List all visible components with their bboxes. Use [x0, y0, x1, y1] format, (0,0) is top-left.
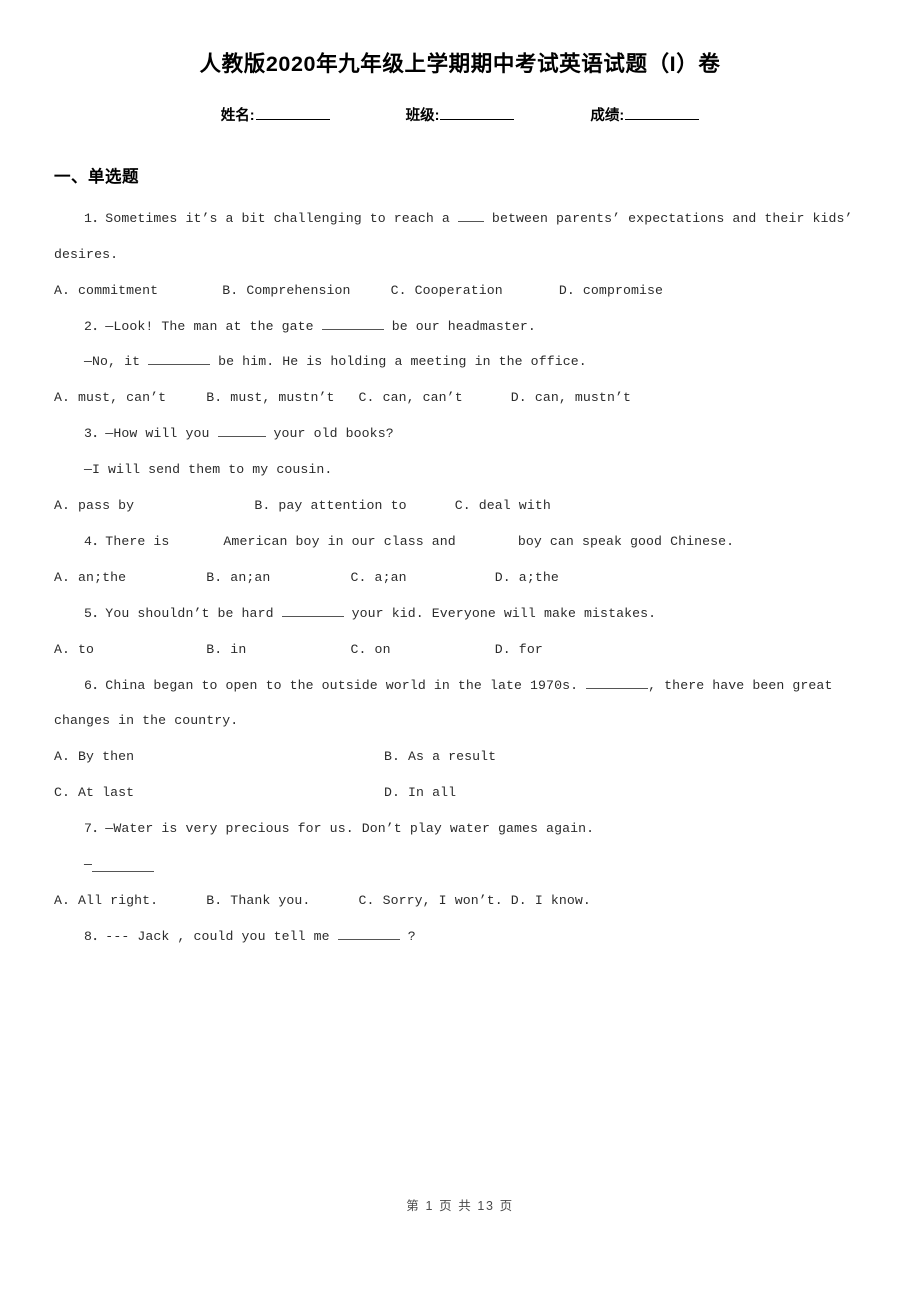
question-6-blank[interactable] [586, 675, 649, 689]
question-2-stem: 2．—Look! The man at the gate be our head… [54, 309, 866, 345]
question-1-blank[interactable] [457, 208, 484, 222]
question-6-option-c[interactable]: C. At last [54, 775, 384, 811]
name-field: 姓名: [221, 104, 330, 125]
question-4-stem-before: 4．There is [84, 533, 170, 549]
question-4-stem-mid: American boy in our class and [223, 533, 456, 549]
question-2-stem-after: be our headmaster. [383, 318, 536, 334]
question-5-options[interactable]: A. to B. in C. on D. for [54, 632, 866, 668]
question-8-stem: 8．--- Jack , could you tell me ? [54, 919, 866, 955]
name-label: 姓名: [220, 107, 255, 124]
question-6-option-b[interactable]: B. As a result [384, 739, 866, 775]
identity-row: 姓名: 班级: 成绩: [54, 104, 866, 125]
question-2-cont-after: be him. He is holding a meeting in the o… [210, 354, 587, 370]
question-6-options: A. By then B. As a result C. At last D. … [54, 739, 866, 811]
class-label: 班级: [405, 107, 440, 124]
question-5-stem-after: your kid. Everyone will make mistakes. [343, 605, 657, 621]
question-5-blank[interactable] [281, 603, 344, 617]
question-1-options[interactable]: A. commitment B. Comprehension C. Cooper… [54, 273, 866, 309]
question-2-blank-2[interactable] [148, 352, 211, 366]
question-2-options[interactable]: A. must, can’t B. must, mustn’t C. can, … [54, 380, 866, 416]
question-6-stem: 6．China began to open to the outside wor… [54, 668, 866, 740]
question-4-stem-after: boy can speak good Chinese. [517, 533, 735, 549]
question-2-blank-1[interactable] [321, 316, 384, 330]
question-1-stem-before: 1．Sometimes it’s a bit challenging to re… [84, 210, 458, 226]
score-field: 成绩: [590, 104, 700, 125]
name-blank[interactable] [255, 105, 330, 120]
question-3-continuation: —I will send them to my cousin. [84, 462, 333, 478]
question-6-option-d[interactable]: D. In all [384, 775, 866, 811]
question-2-cont-before: —No, it [84, 354, 149, 370]
question-3-stem-after: your old books? [265, 426, 394, 442]
question-list: 1．Sometimes it’s a bit challenging to re… [54, 201, 866, 955]
question-1-stem: 1．Sometimes it’s a bit challenging to re… [54, 201, 866, 273]
score-label: 成绩: [590, 107, 625, 124]
question-8-stem-before: 8．--- Jack , could you tell me [84, 928, 338, 944]
section-heading-single-choice: 一、单选题 [54, 167, 139, 186]
question-3-blank[interactable] [217, 424, 266, 438]
question-7-options[interactable]: A. All right. B. Thank you. C. Sorry, I … [54, 883, 866, 919]
question-3-stem: 3．—How will you your old books? [54, 416, 866, 452]
question-5-stem-before: 5．You shouldn’t be hard [84, 605, 282, 621]
question-3-options[interactable]: A. pass by B. pay attention to C. deal w… [54, 488, 866, 524]
score-blank[interactable] [625, 105, 700, 120]
question-7-dash: — [84, 857, 92, 873]
question-8-blank[interactable] [337, 926, 400, 940]
question-2-continuation: —No, it be him. He is holding a meeting … [54, 344, 866, 380]
question-5-stem: 5．You shouldn’t be hard your kid. Everyo… [54, 596, 866, 632]
exam-page: 人教版2020年九年级上学期期中考试英语试题（I）卷 姓名: 班级: 成绩: 一… [0, 0, 920, 1302]
question-7-stem: 7．—Water is very precious for us. Don’t … [84, 821, 595, 837]
question-8-stem-after: ? [399, 928, 416, 944]
question-3-stem-before: 3．—How will you [84, 426, 218, 442]
question-7-answer-line: — [54, 847, 866, 883]
question-6-stem-before: 6．China began to open to the outside wor… [84, 677, 587, 693]
page-footer: 第 1 页 共 13 页 [406, 1199, 514, 1213]
question-7-blank[interactable] [91, 859, 154, 873]
question-2-stem-before: 2．—Look! The man at the gate [84, 318, 322, 334]
page-title: 人教版2020年九年级上学期期中考试英语试题（I）卷 [199, 52, 721, 76]
question-4-stem: 4．There is American boy in our class and b… [54, 524, 866, 560]
class-field: 班级: [406, 104, 515, 125]
class-blank[interactable] [440, 105, 515, 120]
question-6-option-a[interactable]: A. By then [54, 739, 384, 775]
question-4-options[interactable]: A. an;the B. an;an C. a;an D. a;the [54, 560, 866, 596]
